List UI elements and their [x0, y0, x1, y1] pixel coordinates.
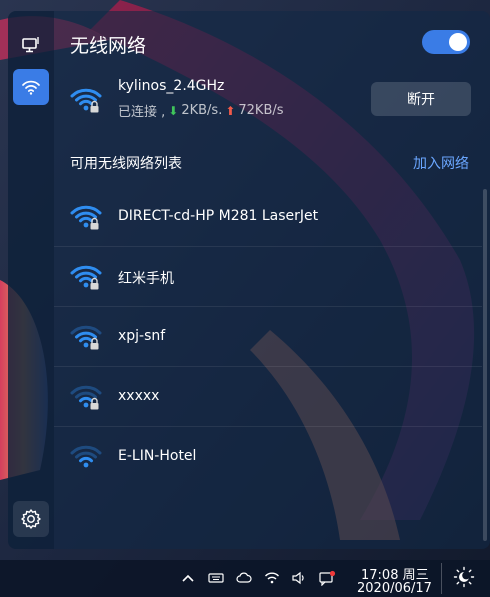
network-signal: [70, 445, 104, 475]
network-row[interactable]: E-LIN-Hotel: [54, 427, 482, 487]
wifi-icon: [70, 445, 102, 468]
download-speed: 2KB/s.: [181, 103, 223, 118]
network-signal: [70, 325, 104, 355]
current-wifi-icon: [70, 88, 104, 118]
network-ssid: E-LIN-Hotel: [118, 448, 197, 464]
network-row[interactable]: 红米手机: [54, 247, 482, 307]
night-mode-button[interactable]: [452, 565, 476, 589]
wifi-locked-icon: [70, 325, 102, 350]
wifi-locked-icon: [70, 205, 102, 230]
notification-icon: [319, 570, 336, 586]
taskbar: 17:08 周三 2020/06/17: [0, 560, 490, 597]
network-ssid: xxxxx: [118, 388, 160, 404]
wifi-toggle[interactable]: [422, 30, 470, 54]
wifi-panel: 无线网络 kylinos_2.4GHz 已连接 , ⬇ 2KB/s. ⬆ 72K…: [8, 11, 490, 549]
network-signal: [70, 265, 104, 295]
sidebar-item-wifi[interactable]: [13, 69, 49, 105]
keyboard-icon: [208, 573, 224, 583]
download-arrow-icon: ⬇: [168, 103, 179, 118]
status-text: 已连接 ,: [118, 105, 166, 120]
scrollbar[interactable]: [483, 189, 487, 541]
network-ssid: 红米手机: [118, 271, 174, 287]
panel-title: 无线网络: [70, 35, 147, 57]
wifi-locked-icon: [70, 265, 102, 290]
network-signal: [70, 385, 104, 415]
tray-cloud[interactable]: [234, 568, 254, 588]
join-network-link[interactable]: 加入网络: [413, 153, 469, 173]
current-ssid: kylinos_2.4GHz: [118, 78, 225, 94]
settings-button[interactable]: [13, 501, 49, 537]
disconnect-button[interactable]: 断开: [371, 82, 471, 116]
upload-arrow-icon: ⬆: [225, 103, 236, 118]
network-ssid: xpj-snf: [118, 328, 166, 344]
network-row[interactable]: xpj-snf: [54, 307, 482, 367]
tray-notification[interactable]: [317, 568, 337, 588]
sidebar: [8, 11, 54, 549]
network-ssid: DIRECT-cd-HP M281 LaserJet: [118, 208, 319, 224]
network-row[interactable]: xxxxx: [54, 367, 482, 427]
network-signal: [70, 205, 104, 235]
network-list-title: 可用无线网络列表: [70, 156, 182, 172]
taskbar-divider: [441, 563, 442, 594]
sidebar-item-wired[interactable]: [13, 27, 49, 63]
clock-date[interactable]: 2020/06/17: [357, 581, 432, 596]
network-list: DIRECT-cd-HP M281 LaserJet 红米手机 xpj-snf xxx…: [54, 187, 482, 487]
wired-network-icon: [22, 37, 39, 53]
upload-speed: 72KB/s: [238, 103, 284, 118]
network-row[interactable]: DIRECT-cd-HP M281 LaserJet: [54, 187, 482, 247]
tray-volume[interactable]: [289, 568, 309, 588]
current-status: 已连接 , ⬇ 2KB/s. ⬆ 72KB/s: [118, 101, 284, 120]
tray-expand-button[interactable]: [178, 568, 198, 588]
wifi-locked-icon: [70, 88, 102, 113]
wifi-locked-icon: [70, 385, 102, 410]
night-mode-icon: [453, 566, 475, 588]
tray-keyboard[interactable]: [206, 568, 226, 588]
cloud-icon: [236, 572, 252, 583]
toggle-knob: [449, 33, 467, 51]
tray-wifi[interactable]: [262, 568, 282, 588]
wifi-icon: [22, 80, 40, 95]
volume-icon: [292, 571, 304, 585]
gear-icon: [21, 509, 41, 529]
wifi-icon: [264, 572, 280, 584]
chevron-up-icon: [182, 574, 194, 582]
